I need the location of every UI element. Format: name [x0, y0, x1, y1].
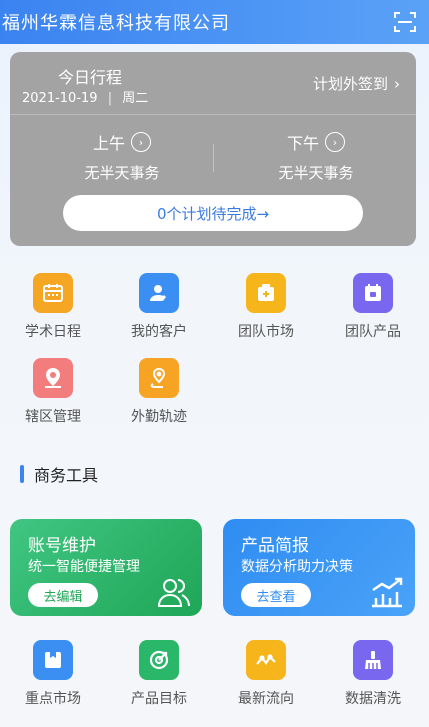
- edit-button[interactable]: 去编辑: [28, 583, 98, 607]
- unplanned-checkin-label: 计划外签到: [312, 75, 388, 93]
- product-icon: [353, 273, 393, 313]
- card-subtitle: 统一智能便捷管理: [28, 559, 140, 575]
- tool-label: 最新流向: [238, 691, 294, 707]
- morning-label: 上午: [92, 134, 125, 153]
- target-icon: [139, 640, 179, 680]
- card-title: 产品简报: [241, 536, 309, 556]
- shortcut-label: 辖区管理: [25, 409, 81, 425]
- shortcut-team-product[interactable]: 团队产品: [328, 273, 418, 341]
- company-title: 福州华霖信息科技有限公司: [2, 13, 230, 34]
- tool-label: 产品目标: [131, 691, 187, 707]
- shortcut-label: 我的客户: [131, 324, 187, 340]
- afternoon-status: 无半天事务: [278, 164, 354, 182]
- schedule-weekday: 周二: [122, 91, 149, 106]
- morning-status: 无半天事务: [84, 164, 160, 182]
- schedule-divider: [10, 114, 416, 115]
- tool-latest-flow[interactable]: 最新流向: [221, 640, 311, 708]
- flow-icon: [246, 640, 286, 680]
- users-icon: [157, 579, 190, 607]
- app-header: 福州华霖信息科技有限公司: [0, 0, 429, 44]
- tool-data-cleaning[interactable]: 数据清洗: [328, 640, 418, 708]
- tool-label: 数据清洗: [345, 691, 401, 707]
- pending-plans-button[interactable]: 0个计划待完成→: [63, 195, 363, 231]
- shortcut-field-track[interactable]: 外勤轨迹: [114, 358, 204, 426]
- track-icon: [139, 358, 179, 398]
- tool-product-target[interactable]: 产品目标: [114, 640, 204, 708]
- shortcut-label: 团队产品: [345, 324, 401, 340]
- section-title: 商务工具: [34, 466, 99, 485]
- card-subtitle: 数据分析助力决策: [241, 559, 353, 575]
- shortcut-my-clients[interactable]: 我的客户: [114, 273, 204, 341]
- afternoon-block[interactable]: 下午 › 无半天事务: [246, 130, 386, 183]
- card-title: 账号维护: [28, 536, 96, 556]
- circle-arrow-icon: ›: [325, 132, 345, 152]
- cleaning-icon: [353, 640, 393, 680]
- morning-block[interactable]: 上午 › 无半天事务: [52, 130, 192, 183]
- schedule-date-line: 2021-10-19 | 周二: [22, 87, 148, 106]
- market-icon: [246, 273, 286, 313]
- trend-chart-icon: [372, 577, 403, 608]
- section-accent-bar: [20, 465, 24, 483]
- today-schedule-card: 今日行程 2021-10-19 | 周二 计划外签到 › 上午 › 无半天事务 …: [10, 52, 416, 246]
- date-separator: |: [107, 91, 113, 106]
- shortcut-label: 团队市场: [238, 324, 294, 340]
- tool-key-market[interactable]: 重点市场: [8, 640, 98, 708]
- halfday-divider: [213, 144, 214, 172]
- tool-label: 重点市场: [25, 691, 81, 707]
- business-tools-header: 商务工具: [10, 454, 416, 494]
- scan-icon[interactable]: [393, 10, 417, 34]
- circle-arrow-icon: ›: [131, 132, 151, 152]
- afternoon-label: 下午: [286, 134, 319, 153]
- product-report-card[interactable]: 产品简报 数据分析助力决策 去查看: [223, 519, 415, 616]
- chevron-right-icon: ›: [394, 74, 400, 93]
- account-maintenance-card[interactable]: 账号维护 统一智能便捷管理 去编辑: [10, 519, 202, 616]
- calendar-icon: [33, 273, 73, 313]
- unplanned-checkin-link[interactable]: 计划外签到 ›: [313, 73, 400, 94]
- view-button[interactable]: 去查看: [241, 583, 311, 607]
- shortcut-label: 学术日程: [25, 324, 81, 340]
- shortcut-region-management[interactable]: 辖区管理: [8, 358, 98, 426]
- shortcut-academic-schedule[interactable]: 学术日程: [8, 273, 98, 341]
- shortcut-label: 外勤轨迹: [131, 409, 187, 425]
- key-market-icon: [33, 640, 73, 680]
- client-icon: [139, 273, 179, 313]
- schedule-title: 今日行程: [58, 68, 123, 87]
- region-icon: [33, 358, 73, 398]
- shortcut-team-market[interactable]: 团队市场: [221, 273, 311, 341]
- schedule-date: 2021-10-19: [22, 91, 98, 106]
